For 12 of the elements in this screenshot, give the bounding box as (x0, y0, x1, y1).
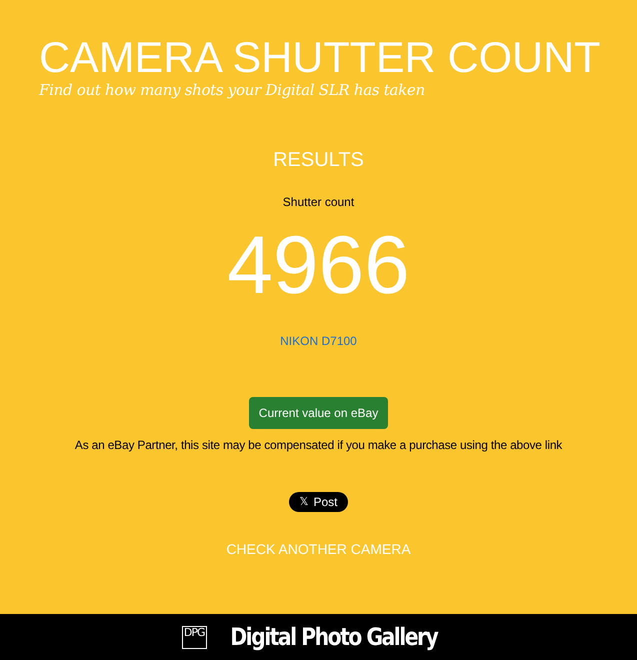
count-label: Shutter count (282, 194, 354, 211)
shutter-count: 4966 (227, 225, 410, 307)
results-heading: RESULTS (273, 148, 364, 173)
ebay-value-button[interactable]: Current value on eBay (248, 397, 388, 429)
logo-text[interactable]: Digital Photo Gallery (230, 619, 437, 655)
camera-model-link[interactable]: NIKON D7100 (280, 332, 357, 350)
post-button[interactable]: 𝕏 Post (289, 492, 348, 512)
affiliate-disclaimer: As an eBay Partner, this site may be compensated if you make a purchase using the above link (74, 437, 562, 454)
x-logo-icon: 𝕏 (299, 494, 308, 510)
tagline: Find out how many shots your Digital SLR has taken (39, 82, 426, 98)
site-title: CAMERA SHUTTER COUNT (39, 34, 602, 82)
logo-mark: DPG (182, 626, 207, 648)
